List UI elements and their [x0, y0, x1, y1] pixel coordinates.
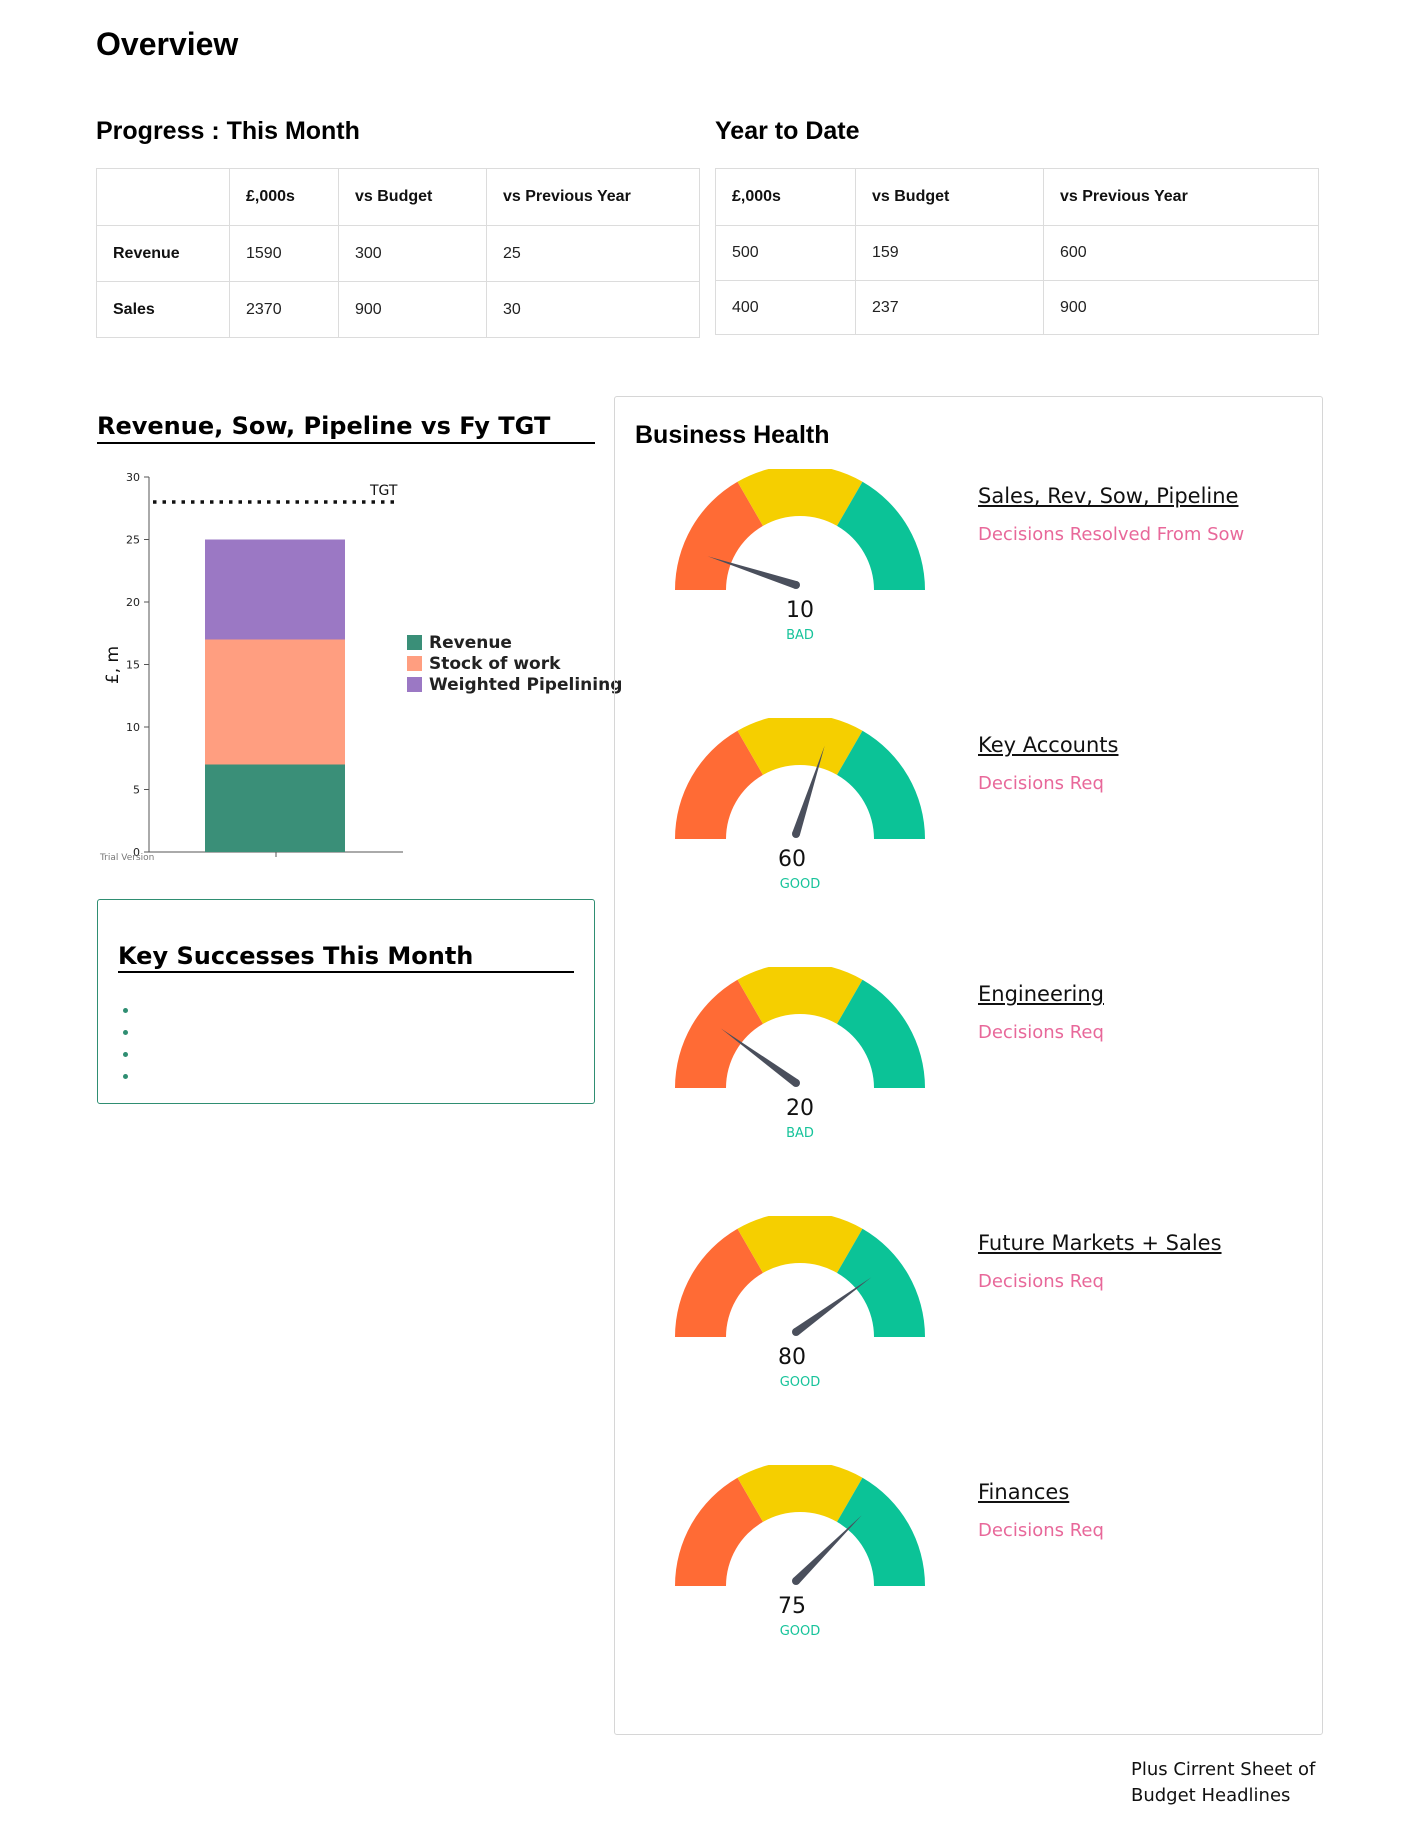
- legend-item-revenue: Revenue: [407, 632, 622, 653]
- health-item-subtitle: Decisions Req: [978, 773, 1104, 794]
- table-row: Sales 2370 900 30: [96, 281, 700, 338]
- bullet-item: [123, 1052, 128, 1057]
- gauge-needle-hub: [792, 581, 800, 589]
- table-header-row: £,000s vs Budget vs Previous Year: [96, 168, 700, 226]
- table-header: vs Budget: [338, 168, 487, 226]
- gauge-status: GOOD: [779, 1624, 821, 1639]
- table-cell: 1590: [229, 225, 339, 282]
- health-item-title: Key Accounts: [978, 733, 1119, 757]
- gauge-value: 60: [778, 847, 806, 872]
- chart-title: Revenue, Sow, Pipeline vs Fy TGT: [97, 412, 595, 444]
- bar-segment-3: [205, 539, 345, 640]
- business-health-title: Business Health: [635, 421, 830, 449]
- gauge-needle-hub: [792, 1079, 800, 1087]
- table-header-row: £,000s vs Budget vs Previous Year: [715, 168, 1319, 226]
- table-header: vs Previous Year: [1043, 168, 1319, 226]
- ytd-table: £,000s vs Budget vs Previous Year 500 15…: [715, 168, 1319, 335]
- bullet-item: [123, 1074, 128, 1079]
- watermark: Trial Version: [99, 853, 154, 863]
- table-header: vs Previous Year: [486, 168, 700, 226]
- legend-item-stock-of-work: Stock of work: [407, 653, 622, 674]
- table-cell: 30: [486, 281, 700, 338]
- gauge-value: 75: [778, 1594, 806, 1619]
- gauge-needle-hub: [792, 1577, 800, 1585]
- progress-table: £,000s vs Budget vs Previous Year Revenu…: [96, 168, 700, 338]
- table-cell: 900: [1043, 280, 1319, 335]
- gauge-value: 80: [778, 1345, 806, 1370]
- table-cell: 159: [855, 225, 1044, 281]
- gauge-chart: [675, 967, 925, 1088]
- y-tick-label: 15: [126, 659, 140, 672]
- footnote-line: Budget Headlines: [1131, 1785, 1291, 1806]
- gauge-status: GOOD: [779, 1375, 821, 1390]
- gauge-chart: [675, 469, 925, 590]
- legend-swatch: [407, 677, 422, 692]
- y-tick-label: 30: [126, 471, 140, 484]
- gauge-value: 20: [786, 1096, 814, 1121]
- y-tick-label: 20: [126, 596, 140, 609]
- table-header: [96, 168, 230, 226]
- table-cell: 237: [855, 280, 1044, 335]
- table-header: £,000s: [715, 168, 856, 226]
- gauge-status: BAD: [786, 1126, 814, 1141]
- footnote-line: Plus Cirrent Sheet of: [1131, 1759, 1316, 1780]
- health-item-title: Sales, Rev, Sow, Pipeline: [978, 484, 1239, 508]
- y-tick-label: 10: [126, 721, 140, 734]
- gauge-chart: [675, 1216, 925, 1337]
- gauge-value: 10: [786, 598, 814, 623]
- table-cell: 300: [338, 225, 487, 282]
- table-cell: 500: [715, 225, 856, 281]
- gauge-status: GOOD: [779, 877, 821, 892]
- legend-label: Revenue: [429, 632, 512, 653]
- gauge-chart: [675, 718, 925, 839]
- chart-legend: Revenue Stock of work Weighted Pipelinin…: [407, 632, 622, 695]
- y-tick-label: 25: [126, 534, 140, 547]
- health-item-subtitle: Decisions Req: [978, 1022, 1104, 1043]
- table-cell: 400: [715, 280, 856, 335]
- footnote: Plus Cirrent Sheet of Budget Headlines: [1131, 1757, 1351, 1809]
- row-label: Revenue: [96, 225, 230, 282]
- health-item-title: Future Markets + Sales: [978, 1231, 1222, 1255]
- row-label: Sales: [96, 281, 230, 338]
- legend-label: Stock of work: [429, 653, 561, 674]
- table-cell: 600: [1043, 225, 1319, 281]
- table-row: 400 237 900: [715, 280, 1319, 335]
- bullet-item: [123, 1030, 128, 1035]
- health-item-subtitle: Decisions Req: [978, 1271, 1104, 1292]
- gauge-needle: [793, 1277, 872, 1336]
- business-health-panel: Business Health 10 BAD Sales, Rev, Sow, …: [614, 396, 1323, 1735]
- gauge-needle: [793, 1515, 862, 1584]
- legend-item-weighted-pipelining: Weighted Pipelining: [407, 674, 622, 695]
- table-row: 500 159 600: [715, 225, 1319, 281]
- legend-swatch: [407, 635, 422, 650]
- table-cell: 25: [486, 225, 700, 282]
- table-cell: 2370: [229, 281, 339, 338]
- health-item-subtitle: Decisions Resolved From Sow: [978, 524, 1245, 545]
- ytd-title: Year to Date: [715, 117, 860, 145]
- gauge-needle-hub: [792, 1328, 800, 1336]
- gauge-chart: [675, 1465, 925, 1586]
- table-header: vs Budget: [855, 168, 1044, 226]
- gauge-status: BAD: [786, 628, 814, 643]
- bar-segment-2: [205, 639, 345, 765]
- health-item-title: Engineering: [978, 982, 1104, 1006]
- y-tick-label: 5: [133, 784, 140, 797]
- legend-swatch: [407, 656, 422, 671]
- table-row: Revenue 1590 300 25: [96, 225, 700, 282]
- bullet-item: [123, 1008, 128, 1013]
- health-item-title: Finances: [978, 1480, 1070, 1504]
- table-cell: 900: [338, 281, 487, 338]
- gauge-needle-hub: [792, 830, 800, 838]
- health-item-subtitle: Decisions Req: [978, 1520, 1104, 1541]
- progress-title: Progress : This Month: [96, 117, 360, 145]
- bar-segment-1: [205, 764, 345, 852]
- target-label: TGT: [369, 483, 398, 499]
- y-axis-label: £, m: [103, 646, 123, 684]
- key-successes-title: Key Successes This Month: [118, 942, 574, 973]
- key-successes-panel: Key Successes This Month: [97, 899, 595, 1104]
- table-header: £,000s: [229, 168, 339, 226]
- legend-label: Weighted Pipelining: [429, 674, 623, 695]
- page-title: Overview: [96, 26, 239, 62]
